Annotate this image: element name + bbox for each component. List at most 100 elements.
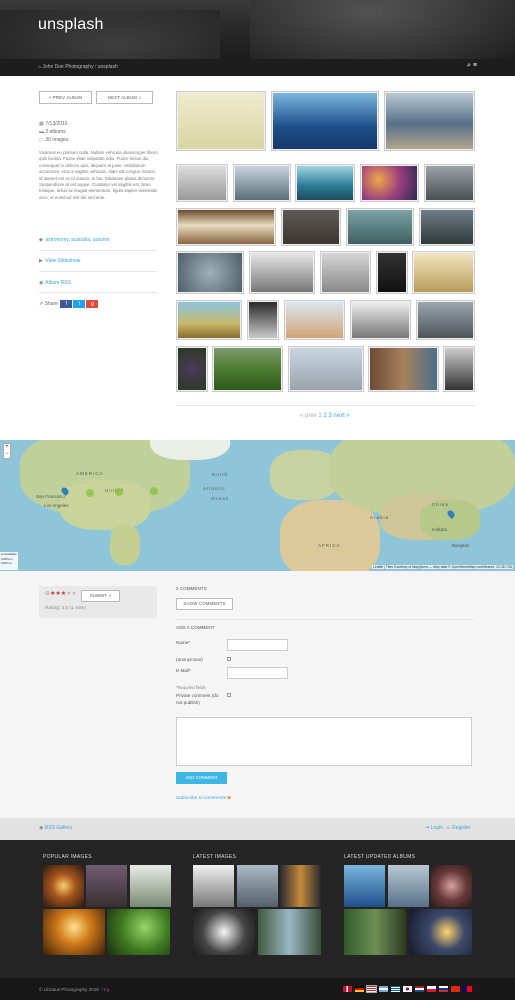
- page-link[interactable]: 2: [323, 413, 326, 419]
- menu-icon[interactable]: ≡: [473, 62, 477, 69]
- flag-russian-icon[interactable]: [439, 986, 448, 992]
- gallery-thumbnail[interactable]: [281, 208, 341, 246]
- add-comment-heading: ADD A COMMENT: [176, 625, 215, 630]
- login-link[interactable]: Login: [431, 825, 443, 831]
- next-page-link[interactable]: next »: [333, 413, 349, 419]
- page-link[interactable]: 1: [318, 413, 321, 419]
- gallery-thumbnail[interactable]: [271, 91, 379, 151]
- facebook-icon[interactable]: f: [100, 987, 102, 992]
- gallery-thumbnail[interactable]: [320, 251, 371, 294]
- gallery-thumbnail[interactable]: [412, 251, 475, 294]
- footer-thumbnail[interactable]: [130, 865, 171, 907]
- tag-link[interactable]: autumn: [93, 237, 110, 243]
- map-cluster[interactable]: [86, 489, 94, 497]
- tag-link[interactable]: australia: [71, 237, 90, 243]
- gallery-thumbnail[interactable]: [419, 208, 475, 246]
- flag-argentina-icon[interactable]: [379, 986, 388, 992]
- gallery-thumbnail[interactable]: [416, 300, 475, 340]
- gallery-thumbnail[interactable]: [176, 91, 266, 151]
- view-slideshow-link[interactable]: View Slideshow: [45, 258, 80, 264]
- twitter-icon[interactable]: t: [73, 300, 86, 308]
- facebook-icon[interactable]: f: [60, 300, 73, 308]
- gallery-thumbnail[interactable]: [212, 346, 283, 392]
- footer-thumbnail[interactable]: [258, 909, 321, 955]
- flag-german-icon[interactable]: [355, 986, 364, 992]
- footer-thumbnail[interactable]: [43, 865, 84, 907]
- gallery-thumbnail[interactable]: [249, 251, 315, 294]
- footer-thumbnail[interactable]: [193, 865, 234, 907]
- footer-thumbnail[interactable]: [431, 865, 472, 907]
- gallery-thumbnail[interactable]: [176, 164, 228, 202]
- search-icon[interactable]: ⌕: [467, 62, 471, 69]
- gallery-thumbnail[interactable]: [247, 300, 279, 340]
- breadcrumb-home-link[interactable]: John Doe Photography: [42, 64, 93, 70]
- gallery-thumbnail[interactable]: [376, 251, 408, 294]
- footer-thumbnail[interactable]: [193, 909, 255, 955]
- gallery-thumbnail[interactable]: [360, 164, 419, 202]
- email-field[interactable]: [227, 667, 288, 679]
- footer-thumbnail[interactable]: [107, 909, 170, 955]
- gallery-thumbnail[interactable]: [424, 164, 475, 202]
- gallery-thumbnail[interactable]: [176, 346, 208, 392]
- gallery-thumbnail[interactable]: [176, 251, 244, 294]
- prev-album-button[interactable]: « PREV ALBUM: [39, 91, 92, 104]
- tag-link[interactable]: astronomy: [45, 237, 68, 243]
- footer-thumbnail[interactable]: [344, 909, 406, 955]
- private-comment-checkbox[interactable]: [227, 693, 231, 697]
- flag-english-icon[interactable]: [366, 985, 377, 993]
- gallery-thumbnail[interactable]: [233, 164, 291, 202]
- flag-polish-icon[interactable]: [427, 986, 436, 992]
- zoom-in-button[interactable]: +: [4, 444, 10, 451]
- name-field[interactable]: [227, 639, 288, 651]
- rss-icon: ◉: [39, 280, 44, 286]
- map-cluster[interactable]: [150, 487, 158, 495]
- add-comment-button[interactable]: ADD COMMENT: [176, 772, 227, 784]
- rating-stars[interactable]: ⊖★★★★★: [45, 590, 77, 597]
- album-rss-link[interactable]: Album RSS: [45, 280, 71, 286]
- footer-thumbnail[interactable]: [344, 865, 385, 907]
- gallery-thumbnail[interactable]: [176, 300, 242, 340]
- flag-chinese-icon[interactable]: [451, 986, 460, 992]
- zoom-out-button[interactable]: −: [4, 451, 10, 458]
- flag-danish-icon[interactable]: [343, 986, 352, 992]
- gallery-thumbnail[interactable]: [176, 208, 276, 246]
- register-link[interactable]: Register: [452, 825, 471, 831]
- footer-thumbnail[interactable]: [280, 865, 321, 907]
- googleplus-icon[interactable]: g: [86, 300, 99, 308]
- next-album-button[interactable]: NEXT ALBUM »: [96, 91, 153, 104]
- map-cluster[interactable]: [115, 488, 123, 496]
- map-scale: Unavailable 1000 km 1000 mi: [0, 552, 18, 570]
- site-title[interactable]: unsplash: [38, 16, 104, 34]
- twitter-icon[interactable]: t: [104, 987, 105, 992]
- gallery-thumbnail[interactable]: [284, 300, 345, 340]
- prev-page-link[interactable]: « prev: [300, 413, 317, 419]
- show-comments-button[interactable]: SHOW COMMENTS: [176, 598, 233, 610]
- flag-japanese-icon[interactable]: [403, 986, 412, 992]
- gallery-thumbnail[interactable]: [384, 91, 475, 151]
- gallery-thumbnail[interactable]: [443, 346, 475, 392]
- gallery-thumbnail[interactable]: [295, 164, 355, 202]
- footer-thumbnail[interactable]: [388, 865, 429, 907]
- rss-gallery-link[interactable]: RSS Gallery: [45, 825, 73, 831]
- googleplus-icon[interactable]: g: [107, 987, 110, 992]
- footer-thumbnail[interactable]: [43, 909, 105, 955]
- footer-thumbnail[interactable]: [237, 865, 278, 907]
- latest-images-heading: LATEST IMAGES: [193, 854, 237, 860]
- flag-taiwan-icon[interactable]: [463, 986, 472, 992]
- anonymous-checkbox[interactable]: [227, 657, 231, 661]
- subscribe-link[interactable]: Subscribe to comments: [176, 796, 226, 801]
- gallery-thumbnail[interactable]: [368, 346, 439, 392]
- page-link[interactable]: 3: [328, 413, 331, 419]
- rss-icon: ◙: [227, 796, 231, 801]
- comment-textarea[interactable]: [176, 717, 472, 766]
- rating-submit-button[interactable]: SUBMIT »: [81, 590, 120, 602]
- comment-count: 2 COMMENTS: [176, 586, 207, 591]
- flag-dutch-icon[interactable]: [415, 986, 424, 992]
- album-map[interactable]: North AMERICA United Atlantic Ocean AFRI…: [0, 440, 515, 571]
- gallery-thumbnail[interactable]: [288, 346, 364, 392]
- gallery-thumbnail[interactable]: [346, 208, 414, 246]
- footer-thumbnail[interactable]: [86, 865, 127, 907]
- flag-greek-icon[interactable]: [391, 986, 400, 992]
- footer-thumbnail[interactable]: [409, 909, 472, 955]
- gallery-thumbnail[interactable]: [350, 300, 411, 340]
